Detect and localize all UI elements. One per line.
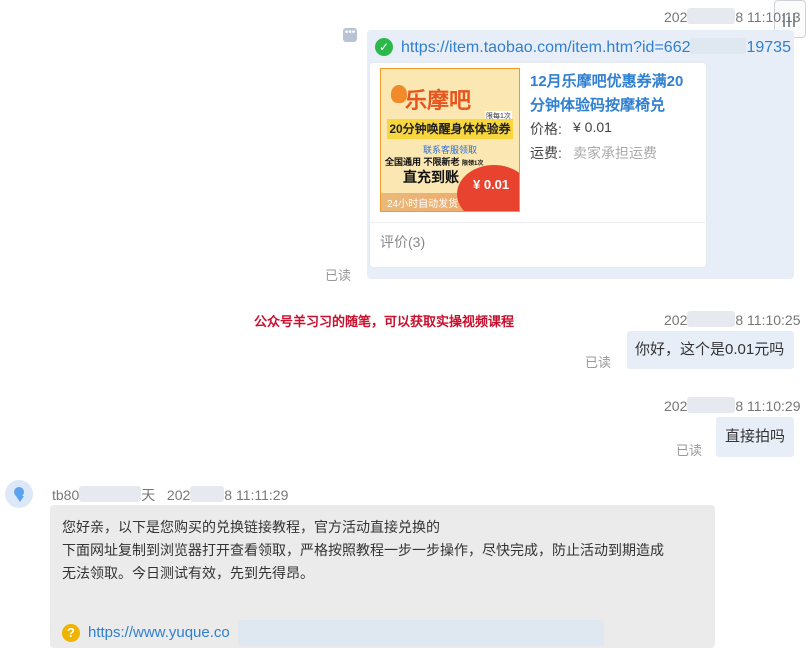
blurred-text (690, 38, 747, 54)
blurred-text (687, 397, 736, 413)
shipping-label: 运费: (530, 145, 562, 161)
blurred-text (687, 311, 736, 327)
read-status: 已读 (676, 443, 703, 458)
timestamp-prefix: 202 (664, 312, 688, 328)
sender-name-prefix: tb80 (52, 487, 80, 503)
reply-sender-line: tb80 天 202 8 11:11:29 (52, 485, 288, 505)
brand-logo: 乐摩吧 (405, 88, 472, 113)
received-message-text: 您好亲，以下是您购买的兑换链接教程，官方活动直接兑换的 下面网址复制到浏览器打开… (62, 516, 702, 585)
timestamp-suffix: 8 11:10:29 (735, 398, 801, 414)
product-title[interactable]: 12月乐摩吧优惠券满20分钟体验码按摩椅兑 (530, 70, 690, 118)
read-status: 已读 (325, 268, 352, 283)
sender-name-suffix: 天 (141, 487, 156, 503)
msg2-timestamp: 202 8 11:10:25 (664, 311, 801, 328)
timestamp-suffix: 8 11:10:25 (735, 312, 801, 328)
image-footer-text: 24小时自动发货 (387, 199, 459, 210)
sent-message-bubble[interactable]: 直接拍吗 (716, 417, 794, 457)
timestamp-suffix: 8 11:10:13 (735, 9, 801, 25)
reply-line-1: 您好亲，以下是您购买的兑换链接教程，官方活动直接兑换的 (62, 519, 440, 535)
avatar-tail (16, 496, 24, 502)
image-direct-text: 直充到账 (403, 169, 459, 185)
reply-line-3: 无法领取。今日测试有效，先到先得昂。 (62, 565, 314, 581)
review-count[interactable]: 评价(3) (380, 232, 425, 252)
card-divider (369, 222, 705, 223)
msg1-timestamp: 202 8 11:10:13 (664, 8, 801, 25)
product-image[interactable]: 乐摩吧 限每1次 20分钟唤醒身体体验券 联系客服领取 全国通用 不限新老 限领… (380, 68, 520, 212)
timestamp-suffix: 8 11:11:29 (224, 487, 289, 503)
read-status: 已读 (585, 355, 612, 370)
price-value: ¥ 0.01 (573, 119, 612, 135)
blurred-text (687, 8, 736, 24)
image-band-text: 20分钟唤醒身体体验券 (387, 119, 513, 139)
blurred-text (79, 486, 142, 502)
image-rules-text: 全国通用 不限新老 (385, 157, 460, 167)
more-dots-icon[interactable]: ••• (343, 28, 357, 42)
image-price: ¥ 0.01 (473, 177, 510, 192)
timestamp-prefix: 202 (166, 487, 191, 503)
timestamp-prefix: 202 (664, 9, 688, 25)
blurred-link-text (238, 620, 604, 646)
watermark-text: 公众号羊习习的随笔，可以获取实操视频课程 (254, 314, 515, 329)
blurred-text (190, 486, 225, 502)
shipping-value: 卖家承担运费 (573, 145, 657, 161)
reply-line-2: 下面网址复制到浏览器打开查看领取，严格按照教程一步一步操作，尽快完成，防止活动到… (62, 542, 664, 558)
url-prefix: https://item.taobao.com/item.htm?id=662 (401, 39, 691, 56)
tutorial-link[interactable]: https://www.yuque.co (88, 624, 230, 641)
msg3-timestamp: 202 8 11:10:29 (664, 397, 801, 414)
sent-message-bubble[interactable]: 你好，这个是0.01元吗 (627, 331, 794, 369)
product-url-link[interactable]: https://item.taobao.com/item.htm?id=662 1… (401, 38, 791, 57)
check-circle-icon: ✓ (375, 38, 393, 56)
timestamp-prefix: 202 (664, 398, 688, 414)
url-suffix: 19735 (746, 39, 791, 56)
price-label: 价格: (530, 121, 562, 137)
user-avatar-icon[interactable] (5, 480, 33, 508)
question-circle-icon: ? (62, 624, 80, 642)
